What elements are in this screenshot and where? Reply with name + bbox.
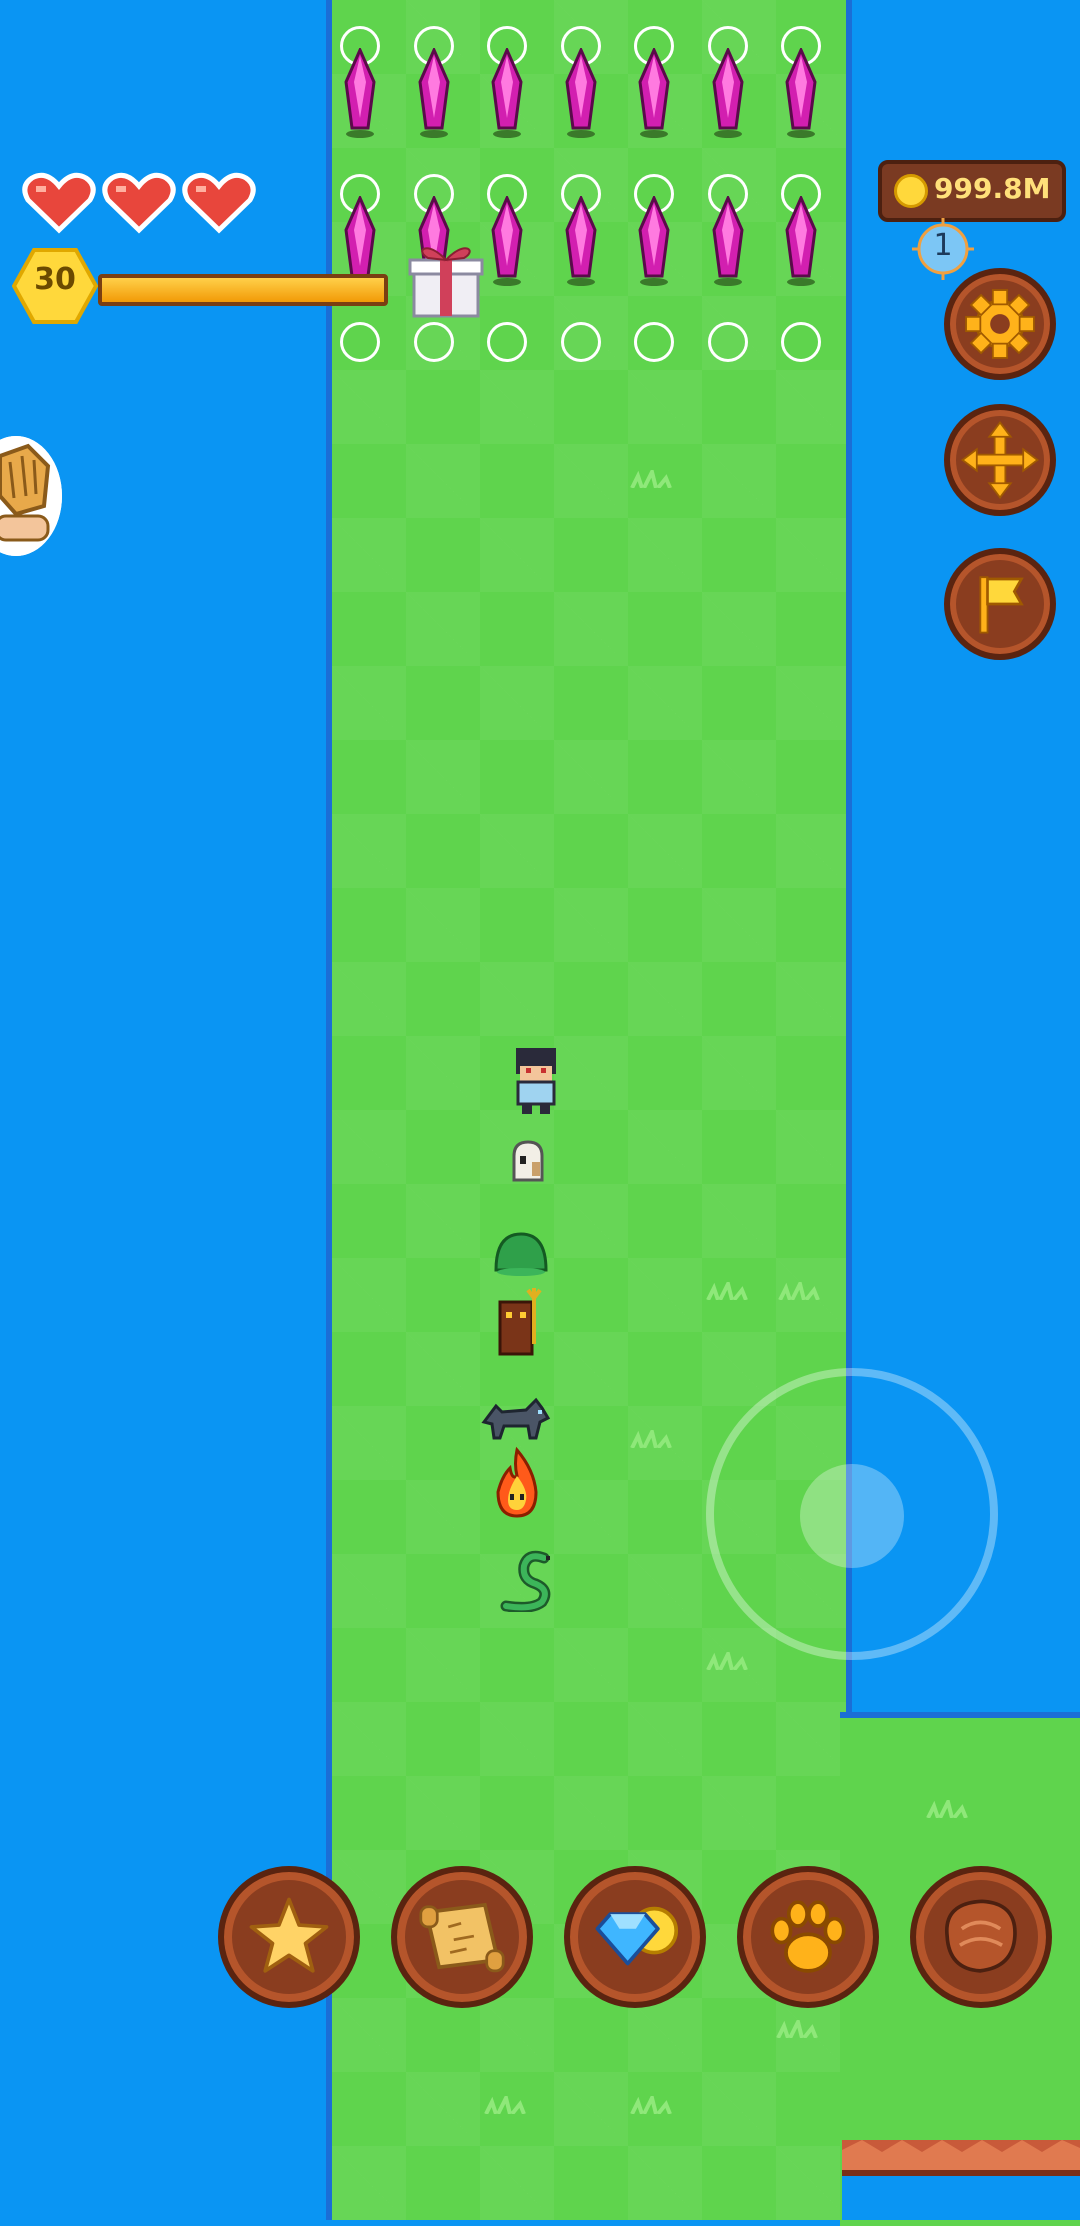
crop-plot-ring bbox=[634, 322, 674, 362]
meat-icon bbox=[945, 1899, 1017, 1973]
crop-plot-ring bbox=[487, 322, 527, 362]
coin-icon bbox=[894, 174, 928, 208]
gear-icon bbox=[965, 289, 1035, 359]
level-number: 30 bbox=[34, 262, 76, 297]
shop-button[interactable] bbox=[564, 1866, 706, 2008]
crystal-icon[interactable] bbox=[781, 48, 821, 138]
crystal-field bbox=[340, 20, 821, 380]
crop-plot-ring bbox=[707, 322, 748, 362]
crop-plot-ring bbox=[560, 322, 601, 362]
star-button[interactable] bbox=[218, 1866, 360, 2008]
crystal-icon[interactable] bbox=[561, 48, 601, 138]
move-button[interactable] bbox=[944, 404, 1056, 516]
slime-pet bbox=[494, 1232, 548, 1276]
joystick-knob[interactable] bbox=[800, 1464, 904, 1568]
grass-tuft-icon bbox=[484, 2096, 526, 2114]
scroll-map-icon bbox=[419, 1902, 505, 1973]
grass-tuft-icon bbox=[778, 1282, 820, 1300]
grass-tuft-icon bbox=[776, 2020, 818, 2038]
crystal-icon[interactable] bbox=[708, 196, 748, 286]
health-hearts bbox=[22, 172, 256, 234]
coin-amount: 999.8M bbox=[934, 172, 1051, 205]
fire-spirit-pet bbox=[496, 1446, 538, 1518]
hero-character bbox=[516, 1048, 556, 1114]
crystal-icon[interactable] bbox=[414, 48, 454, 138]
crystal-icon[interactable] bbox=[487, 196, 527, 286]
flag-button[interactable] bbox=[944, 548, 1056, 660]
wolf-pet bbox=[481, 1397, 551, 1440]
imp-pet bbox=[498, 1288, 542, 1356]
crystal-icon[interactable] bbox=[487, 48, 527, 138]
crystal-icon[interactable] bbox=[340, 48, 380, 138]
meat-button[interactable] bbox=[910, 1866, 1052, 2008]
crop-plot-ring bbox=[340, 322, 380, 362]
crystal-icon[interactable] bbox=[634, 196, 674, 286]
xp-bar bbox=[98, 274, 388, 306]
xp-fill bbox=[102, 278, 384, 302]
star-icon bbox=[249, 1897, 329, 1973]
grass-tuft-icon bbox=[630, 2096, 672, 2114]
crystal-icon[interactable] bbox=[634, 48, 674, 138]
heart-icon bbox=[102, 172, 176, 234]
crystal-icon[interactable] bbox=[340, 196, 380, 286]
crystal-icon[interactable] bbox=[781, 196, 821, 286]
grass-tuft-icon bbox=[630, 470, 672, 488]
ghost-pet bbox=[512, 1140, 544, 1182]
move-arrows-icon bbox=[961, 421, 1039, 499]
grass-tuft-icon bbox=[630, 1430, 672, 1448]
coin-counter: 999.8M bbox=[878, 160, 1066, 222]
snake-pet bbox=[500, 1550, 551, 1612]
map-button[interactable] bbox=[391, 1866, 533, 2008]
grass-tuft-icon bbox=[706, 1652, 748, 1670]
crystal-icon[interactable] bbox=[708, 48, 748, 138]
pets-button[interactable] bbox=[737, 1866, 879, 2008]
crystal-icon[interactable] bbox=[561, 196, 601, 286]
heart-icon bbox=[182, 172, 256, 234]
grass-tuft-icon bbox=[706, 1282, 748, 1300]
crop-plot-ring bbox=[781, 322, 821, 362]
heart-icon bbox=[22, 172, 96, 234]
paw-icon bbox=[770, 1900, 846, 1973]
grass-tuft-icon bbox=[926, 1800, 968, 1818]
gem-coin-icon bbox=[595, 1906, 679, 1966]
gift-box-icon[interactable] bbox=[408, 236, 484, 320]
cliff-edge bbox=[842, 2140, 1080, 2220]
flag-icon bbox=[979, 576, 1024, 634]
settings-button[interactable] bbox=[944, 268, 1056, 380]
crop-plot-ring bbox=[413, 322, 454, 362]
marker-number: 1 bbox=[933, 228, 953, 263]
